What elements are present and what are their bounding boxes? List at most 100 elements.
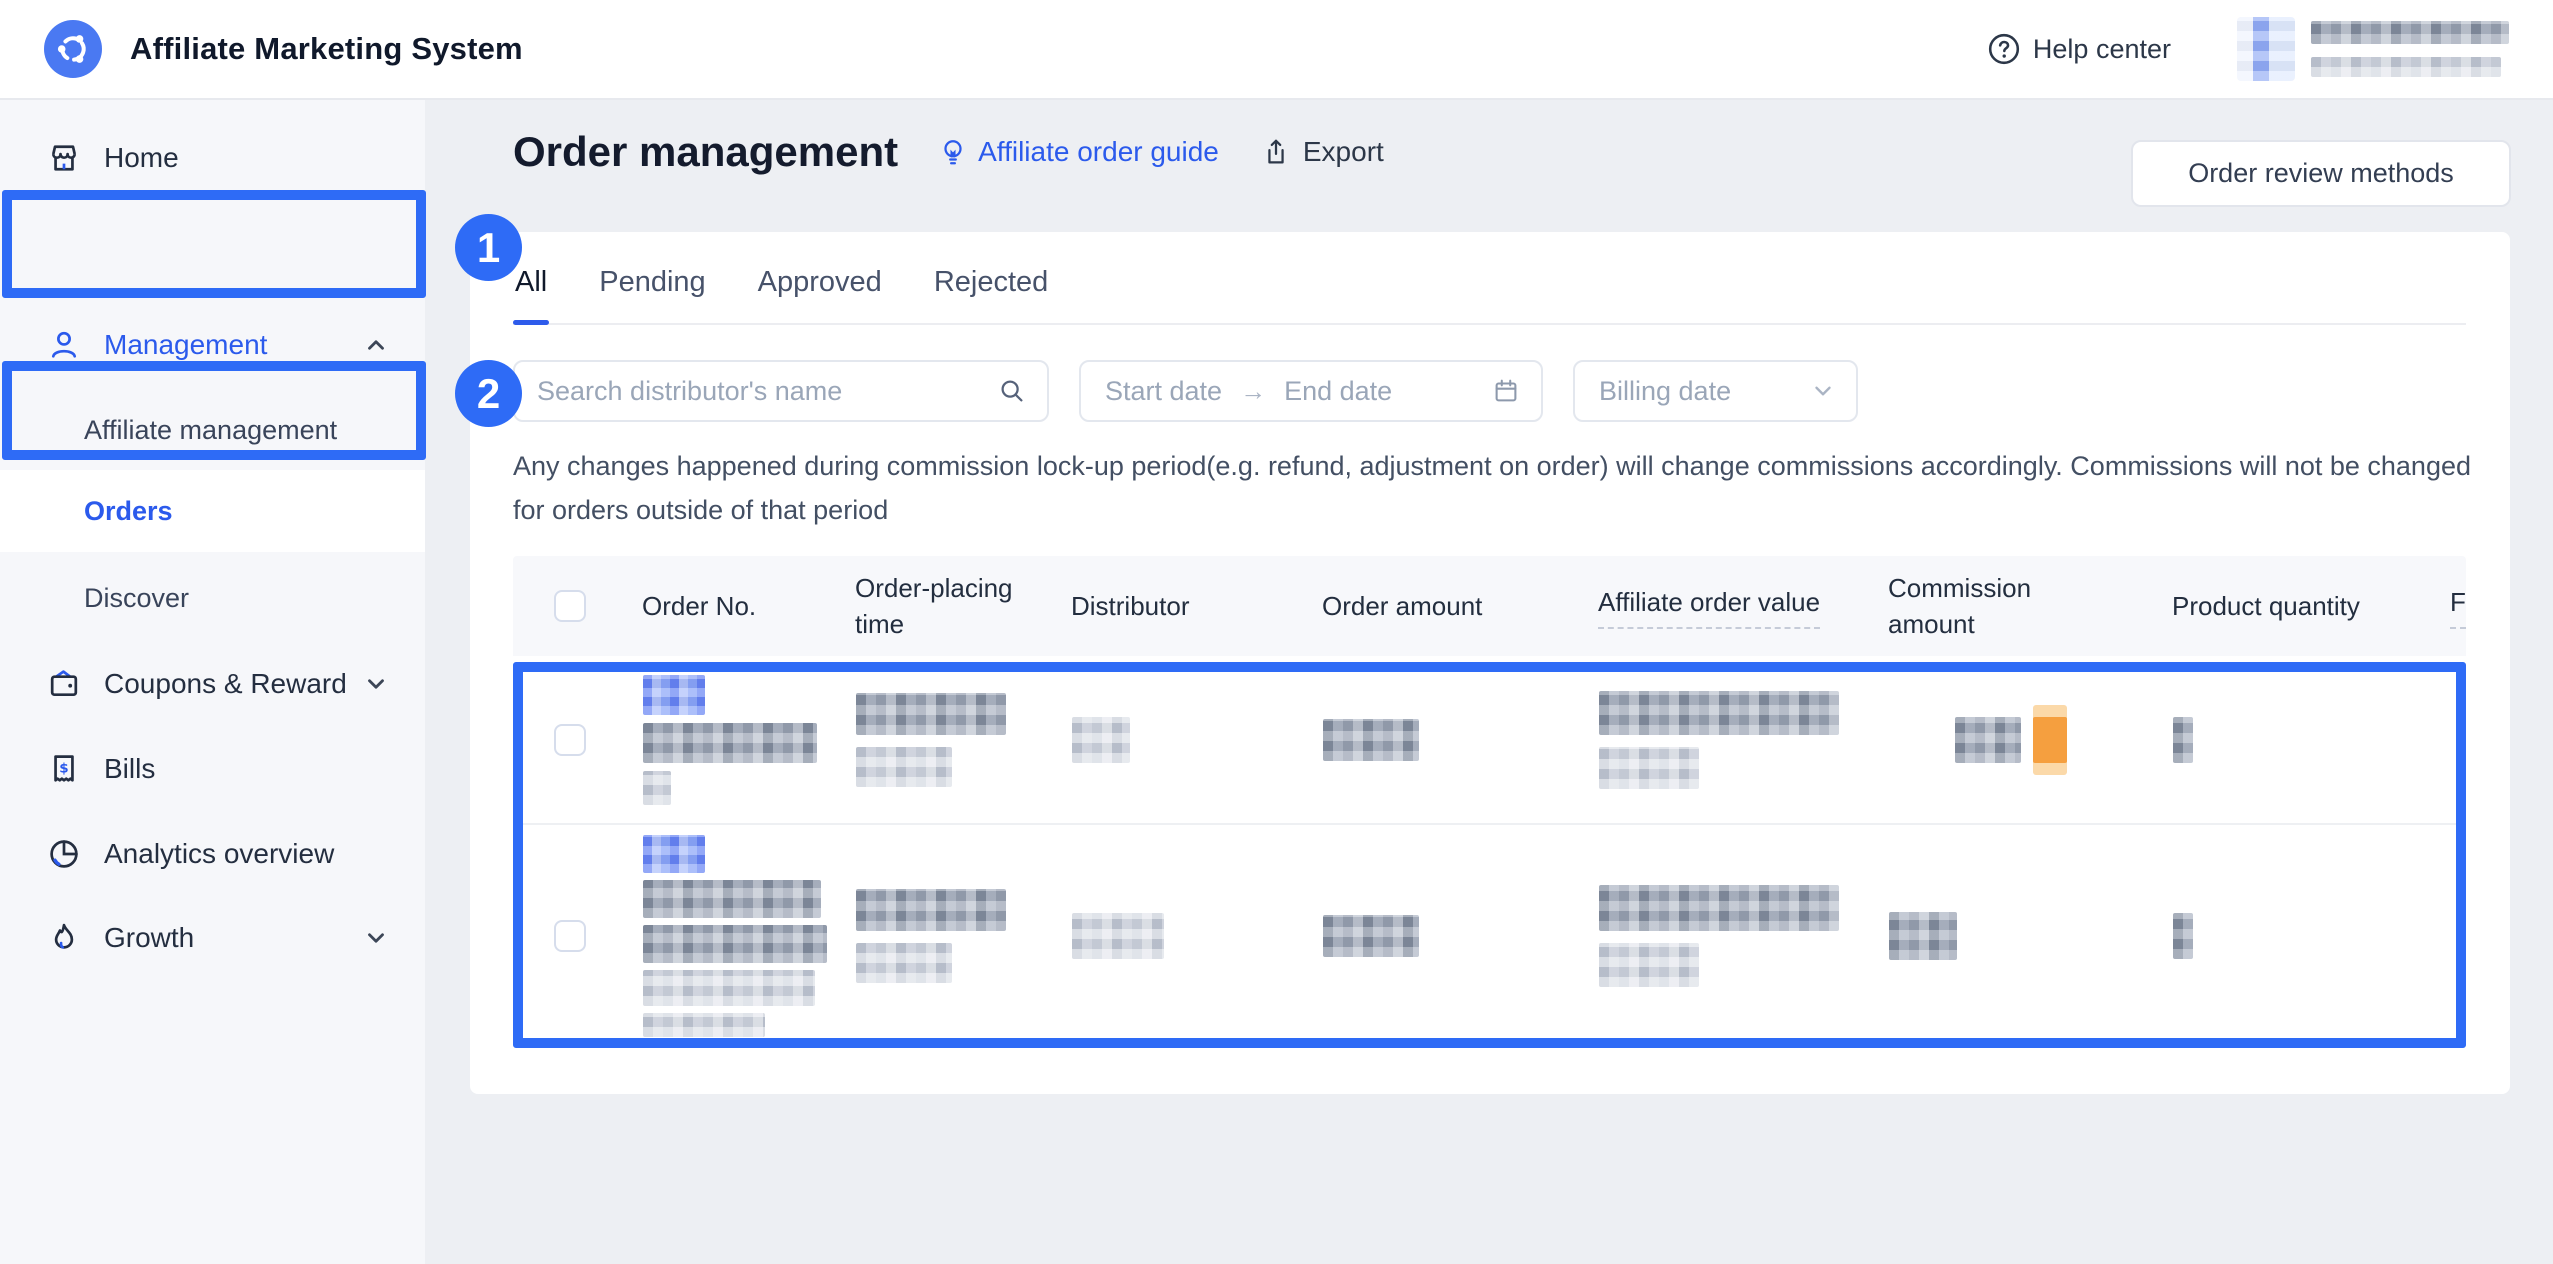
sidebar: Home Management Affiliate management Ord…	[0, 100, 425, 1264]
chevron-up-icon	[363, 332, 389, 358]
annotation-step-1: 1	[455, 214, 522, 281]
annotation-step-2: 2	[455, 360, 522, 427]
sidebar-item-label: Bills	[104, 753, 155, 785]
calendar-icon	[1491, 376, 1521, 406]
page-title: Order management	[513, 128, 898, 176]
screen: Affiliate Marketing System Help center	[0, 0, 2553, 1264]
help-center-link[interactable]: Help center	[1987, 32, 2171, 66]
wallet-icon	[46, 666, 82, 702]
table-row[interactable]	[513, 823, 2466, 1047]
pie-chart-icon	[46, 836, 82, 872]
bulb-icon	[938, 137, 968, 167]
guide-link-label: Affiliate order guide	[978, 136, 1219, 168]
tab-pending[interactable]: Pending	[597, 252, 707, 323]
sidebar-item-home[interactable]: Home	[0, 116, 425, 200]
cell-distributor-redacted	[1032, 825, 1283, 1047]
sidebar-item-discover[interactable]: Discover	[0, 556, 425, 640]
commission-note: Any changes happened during commission l…	[513, 444, 2473, 532]
app-title: Affiliate Marketing System	[130, 31, 523, 67]
search-distributor-field[interactable]	[513, 360, 1049, 422]
help-icon	[1987, 32, 2021, 66]
end-date-placeholder: End date	[1284, 376, 1392, 407]
export-button[interactable]: Export	[1261, 136, 1384, 168]
search-input[interactable]	[537, 376, 997, 407]
help-center-label: Help center	[2033, 34, 2171, 65]
chevron-down-icon	[363, 671, 389, 697]
row-checkbox[interactable]	[554, 724, 586, 756]
cell-affiliate-value-redacted	[1559, 656, 1849, 823]
storefront-icon	[46, 140, 82, 176]
sidebar-item-label: Analytics overview	[104, 838, 334, 870]
arrow-right-icon: →	[1240, 376, 1266, 407]
cell-distributor-redacted	[1032, 656, 1283, 823]
col-order-no: Order No.	[603, 556, 816, 656]
order-management-card: All Pending Approved Rejected Start date…	[470, 232, 2510, 1094]
sidebar-item-affiliate-management[interactable]: Affiliate management	[0, 388, 425, 472]
status-tabs: All Pending Approved Rejected	[513, 252, 2466, 325]
col-order-amount: Order amount	[1283, 556, 1559, 656]
affiliate-order-guide-link[interactable]: Affiliate order guide	[938, 136, 1219, 168]
sidebar-item-bills[interactable]: $ Bills	[0, 727, 425, 811]
bill-icon: $	[46, 751, 82, 787]
cell-quantity-redacted	[2133, 825, 2411, 1047]
app-header: Affiliate Marketing System Help center	[0, 0, 2553, 100]
cell-time-redacted	[816, 825, 1032, 1047]
sidebar-item-management[interactable]: Management	[0, 303, 425, 387]
tab-all[interactable]: All	[513, 252, 549, 323]
sidebar-item-label: Management	[104, 329, 267, 361]
export-icon	[1261, 137, 1291, 167]
col-product-quantity: Product quantity	[2133, 556, 2411, 656]
chevron-down-icon	[1810, 378, 1836, 404]
cell-commission-redacted	[1849, 656, 2133, 823]
cell-affiliate-value-redacted	[1559, 825, 1849, 1047]
sidebar-item-label: Home	[104, 142, 179, 174]
col-order-placing-time: Order-placing time	[816, 556, 1032, 656]
table-row[interactable]	[513, 656, 2466, 823]
order-review-methods-button[interactable]: Order review methods	[2131, 140, 2511, 207]
tab-rejected[interactable]: Rejected	[932, 252, 1050, 323]
page-header: Order management Affiliate order guide E…	[513, 128, 1384, 176]
orders-table: Order No. Order-placing time Distributor…	[513, 556, 2466, 1047]
table-header-row: Order No. Order-placing time Distributor…	[513, 556, 2466, 656]
cell-order-no-redacted	[603, 825, 816, 1047]
commission-flag-icon	[2033, 705, 2067, 775]
col-commission-amount: Commission amount	[1849, 556, 2133, 656]
col-affiliate-order-value: Affiliate order value	[1559, 556, 1849, 656]
sidebar-item-growth[interactable]: Growth	[0, 896, 425, 980]
sidebar-item-label: Coupons & Reward	[104, 668, 347, 700]
sidebar-item-analytics-overview[interactable]: Analytics overview	[0, 812, 425, 896]
sidebar-item-label: Growth	[104, 922, 194, 954]
search-icon	[997, 376, 1027, 406]
avatar	[2237, 17, 2295, 81]
select-all-checkbox[interactable]	[554, 590, 586, 622]
sidebar-item-label: Orders	[84, 496, 173, 527]
chevron-down-icon	[363, 925, 389, 951]
col-clipped: F	[2411, 556, 2466, 656]
person-icon	[46, 327, 82, 363]
sidebar-item-coupons-reward[interactable]: Coupons & Reward	[0, 642, 425, 726]
user-email-redacted	[2311, 57, 2501, 77]
user-menu[interactable]	[2237, 17, 2509, 81]
start-date-placeholder: Start date	[1105, 376, 1222, 407]
cell-commission-redacted	[1849, 825, 2133, 1047]
export-label: Export	[1303, 136, 1384, 168]
sidebar-item-label: Affiliate management	[84, 415, 337, 446]
billing-date-select[interactable]: Billing date	[1573, 360, 1858, 422]
row-checkbox[interactable]	[554, 920, 586, 952]
cell-time-redacted	[816, 656, 1032, 823]
date-range-picker[interactable]: Start date → End date	[1079, 360, 1543, 422]
tab-approved[interactable]: Approved	[756, 252, 884, 323]
sidebar-item-label: Discover	[84, 583, 189, 614]
user-name-redacted	[2311, 21, 2509, 44]
cell-quantity-redacted	[2133, 656, 2411, 823]
flame-icon	[46, 920, 82, 956]
svg-text:$: $	[59, 760, 68, 776]
sidebar-item-orders[interactable]: Orders	[0, 470, 425, 552]
cell-order-no-redacted	[603, 656, 816, 823]
cell-order-amount-redacted	[1283, 825, 1559, 1047]
cell-order-amount-redacted	[1283, 656, 1559, 823]
billing-date-placeholder: Billing date	[1599, 376, 1731, 407]
col-distributor: Distributor	[1032, 556, 1283, 656]
app-logo-icon	[44, 20, 102, 78]
filter-bar: Start date → End date Billing date	[513, 360, 1858, 422]
